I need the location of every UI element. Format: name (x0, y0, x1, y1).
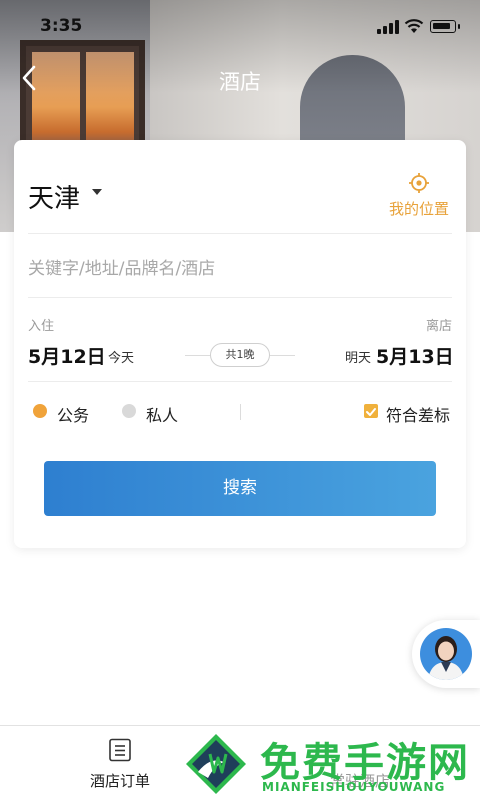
locate-icon (409, 173, 429, 193)
status-time: 3:35 (40, 16, 83, 36)
trip-type-business-radio[interactable] (33, 404, 47, 418)
checkout-day: 明天 (345, 351, 372, 366)
trip-type-private-radio[interactable] (122, 404, 136, 418)
vertical-separator (240, 404, 241, 420)
cellular-signal-icon (377, 20, 399, 34)
policy-checkbox[interactable] (364, 404, 378, 418)
divider (28, 381, 452, 382)
nights-line-right (270, 355, 295, 356)
page-title: 酒店 (219, 70, 261, 94)
checkout-date[interactable]: 5月13日 (376, 342, 454, 369)
customer-service-button[interactable] (412, 620, 480, 688)
checkout-label: 离店 (425, 319, 452, 334)
wifi-icon (404, 19, 424, 33)
nav-bar: 酒店 (0, 56, 480, 102)
trip-type-private-label[interactable]: 私人 (146, 402, 178, 426)
caret-down-icon[interactable] (92, 189, 102, 195)
nights-line-left (185, 355, 210, 356)
order-list-icon (109, 738, 131, 762)
my-location-label: 我的位置 (388, 200, 449, 218)
divider (28, 297, 452, 298)
nights-badge: 共1晚 (210, 343, 270, 367)
trip-type-business-label[interactable]: 公务 (57, 402, 89, 426)
checkin-day: 今天 (108, 351, 135, 366)
hotel-search-card: 天津 我的位置 关键字/地址/品牌名/酒店 入住 离店 5月12日 今天 共1晚… (14, 140, 466, 548)
policy-checkbox-label[interactable]: 符合差标 (386, 402, 450, 426)
checkin-label: 入住 (28, 319, 55, 334)
watermark-logo-icon (186, 734, 246, 794)
checkin-date[interactable]: 5月12日 (28, 342, 106, 369)
watermark: 免费手游网 MIANFEISHOUYOUWANG (180, 728, 480, 800)
watermark-subtext: MIANFEISHOUYOUWANG (262, 780, 446, 794)
search-button[interactable]: 搜索 (44, 461, 436, 516)
checkmark-icon (366, 408, 376, 416)
agent-avatar (420, 628, 472, 680)
battery-icon (430, 20, 460, 33)
keyword-search-input[interactable]: 关键字/地址/品牌名/酒店 (28, 254, 215, 279)
agent-portrait-icon (428, 636, 464, 680)
divider (28, 233, 452, 234)
city-selector[interactable]: 天津 (28, 178, 80, 215)
status-bar: 3:35 (0, 0, 480, 44)
my-location-button[interactable]: 我的位置 (386, 172, 452, 219)
